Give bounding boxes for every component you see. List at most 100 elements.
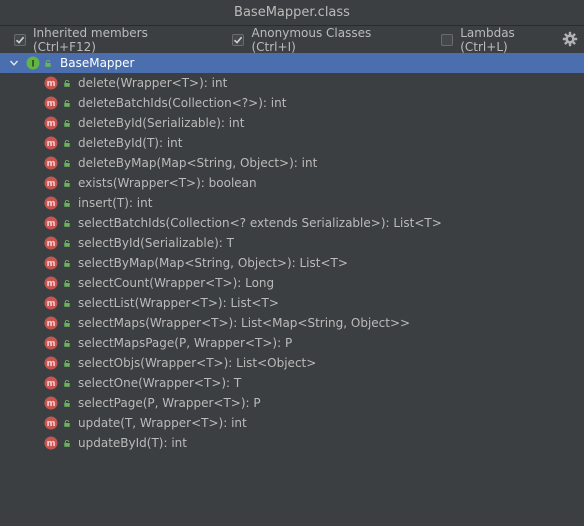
svg-text:m: m [47,199,56,209]
svg-text:m: m [47,259,56,269]
svg-text:m: m [47,319,56,329]
method-icon: m [44,96,58,110]
anonymous-classes-label: Anonymous Classes (Ctrl+I) [251,26,372,54]
public-lock-icon [64,400,70,407]
inherited-members-label: Inherited members (Ctrl+F12) [33,26,148,54]
chevron-down-icon[interactable] [9,58,19,68]
member-row[interactable]: m selectByMap(Map<String, Object>): List<… [0,253,584,273]
public-lock-icon [64,80,70,87]
svg-text:m: m [47,219,56,229]
public-lock-icon [64,420,70,427]
member-row[interactable]: m insert(T): int [0,193,584,213]
member-row[interactable]: m selectCount(Wrapper<T>): Long [0,273,584,293]
method-icon: m [44,216,58,230]
member-row[interactable]: m selectMapsPage(P, Wrapper<T>): P [0,333,584,353]
svg-text:I: I [31,59,34,69]
member-label: insert(T): int [78,196,153,210]
member-row[interactable]: m selectList(Wrapper<T>): List<T> [0,293,584,313]
member-row[interactable]: m selectOne(Wrapper<T>): T [0,373,584,393]
checkmark-icon [234,36,243,44]
public-lock-icon [64,240,70,247]
member-row[interactable]: m update(T, Wrapper<T>): int [0,413,584,433]
inherited-members-option[interactable]: Inherited members (Ctrl+F12) [14,26,214,54]
public-lock-icon [64,120,70,127]
member-label: delete(Wrapper<T>): int [78,76,228,90]
member-label: exists(Wrapper<T>): boolean [78,176,257,190]
member-label: deleteById(Serializable): int [78,116,245,130]
method-icon: m [44,276,58,290]
gear-icon[interactable] [562,31,578,47]
lambdas-label: Lambdas (Ctrl+L) [460,26,515,54]
filter-toolbar: Inherited members (Ctrl+F12) Anonymous C… [0,26,584,54]
member-row[interactable]: m deleteByMap(Map<String, Object>): int [0,153,584,173]
method-icon: m [44,176,58,190]
member-label: selectList(Wrapper<T>): List<T> [78,296,279,310]
svg-text:m: m [47,419,56,429]
method-icon: m [44,76,58,90]
member-row[interactable]: m selectBatchIds(Collection<? extends Ser… [0,213,584,233]
public-lock-icon [64,340,70,347]
member-label: selectCount(Wrapper<T>): Long [78,276,275,290]
lambdas-option[interactable]: Lambdas (Ctrl+L) [441,26,566,54]
method-icon: m [44,356,58,370]
member-label: selectMaps(Wrapper<T>): List<Map<String,… [78,316,411,330]
svg-text:m: m [47,399,56,409]
method-icon: m [44,316,58,330]
public-lock-icon [64,280,70,287]
public-lock-icon [64,140,70,147]
member-label: selectMapsPage(P, Wrapper<T>): P [78,336,293,350]
svg-text:m: m [47,139,56,149]
inherited-members-checkbox[interactable] [14,34,26,46]
member-label: update(T, Wrapper<T>): int [78,416,247,430]
public-lock-icon [64,260,70,267]
tree-root-row[interactable]: I BaseMapper [0,53,584,73]
svg-text:m: m [47,159,56,169]
member-label: updateById(T): int [78,436,187,450]
svg-text:m: m [47,179,56,189]
member-label: selectByMap(Map<String, Object>): List<T… [78,256,348,270]
svg-text:m: m [47,379,56,389]
method-icon: m [44,236,58,250]
window-title: BaseMapper.class [234,5,350,20]
method-icon: m [44,116,58,130]
member-row[interactable]: m selectMaps(Wrapper<T>): List<Map<String… [0,313,584,333]
public-lock-icon [64,220,70,227]
method-icon: m [44,436,58,450]
anonymous-classes-checkbox[interactable] [232,34,245,46]
public-lock-icon [64,100,70,107]
member-label: selectObjs(Wrapper<T>): List<Object> [78,356,317,370]
svg-text:m: m [47,439,56,449]
anonymous-classes-option[interactable]: Anonymous Classes (Ctrl+I) [232,26,419,54]
lambdas-checkbox[interactable] [441,34,454,46]
member-label: deleteBatchIds(Collection<?>): int [78,96,287,110]
member-label: selectPage(P, Wrapper<T>): P [78,396,261,410]
method-icon: m [44,196,58,210]
member-row[interactable]: m delete(Wrapper<T>): int [0,73,584,93]
public-lock-icon [64,440,70,447]
member-row[interactable]: m deleteBatchIds(Collection<?>): int [0,93,584,113]
member-row[interactable]: m updateById(T): int [0,433,584,453]
svg-text:m: m [47,299,56,309]
public-lock-icon [64,180,70,187]
member-row[interactable]: m deleteById(T): int [0,133,584,153]
method-icon: m [44,136,58,150]
member-label: deleteByMap(Map<String, Object>): int [78,156,318,170]
svg-text:m: m [47,99,56,109]
member-row[interactable]: m deleteById(Serializable): int [0,113,584,133]
checkmark-icon [15,36,25,44]
method-icon: m [44,416,58,430]
member-row[interactable]: m selectPage(P, Wrapper<T>): P [0,393,584,413]
svg-text:m: m [47,119,56,129]
method-icon: m [44,156,58,170]
public-lock-icon [45,60,51,67]
member-row[interactable]: m selectById(Serializable): T [0,233,584,253]
public-lock-icon [64,360,70,367]
tree-root-label: BaseMapper [60,56,135,70]
svg-text:m: m [47,359,56,369]
svg-text:m: m [47,339,56,349]
public-lock-icon [64,380,70,387]
method-icon: m [44,376,58,390]
member-row[interactable]: m exists(Wrapper<T>): boolean [0,173,584,193]
member-row[interactable]: m selectObjs(Wrapper<T>): List<Object> [0,353,584,373]
public-lock-icon [64,200,70,207]
